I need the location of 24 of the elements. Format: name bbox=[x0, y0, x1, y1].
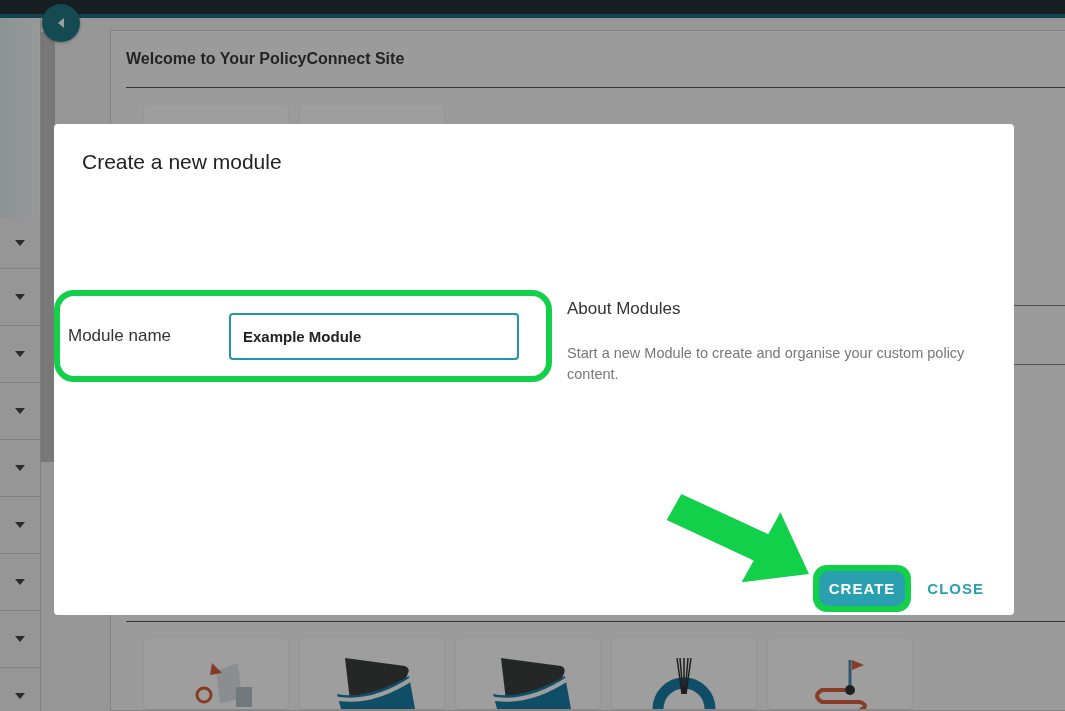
about-heading: About Modules bbox=[567, 299, 682, 319]
caret-down-icon bbox=[15, 636, 25, 642]
create-button[interactable]: CREATE bbox=[818, 571, 906, 606]
caret-down-icon bbox=[15, 294, 25, 300]
caret-icon bbox=[56, 17, 66, 29]
caret-down-icon bbox=[15, 693, 25, 699]
dialog-title: Create a new module bbox=[82, 149, 282, 175]
link-tile[interactable] bbox=[456, 639, 600, 709]
close-button[interactable]: CLOSE bbox=[921, 580, 990, 597]
caret-down-icon bbox=[15, 240, 25, 246]
caret-down-icon bbox=[15, 465, 25, 471]
caret-down-icon bbox=[15, 351, 25, 357]
caret-down-icon bbox=[15, 522, 25, 528]
scrollbar[interactable] bbox=[41, 32, 55, 462]
field-label: Module name bbox=[68, 326, 172, 346]
module-name-field[interactable]: Example Module bbox=[229, 312, 519, 360]
link-tile[interactable] bbox=[768, 639, 912, 709]
link-tile[interactable] bbox=[612, 639, 756, 709]
about-description: Start a new Module to create and organise your custom policy content. bbox=[567, 344, 966, 384]
caret-down-icon bbox=[15, 408, 25, 414]
link-tile[interactable] bbox=[300, 639, 444, 709]
section-title: Welcome to Your PolicyConnect Site bbox=[126, 49, 406, 69]
caret-down-icon bbox=[15, 579, 25, 585]
link-tile[interactable] bbox=[144, 639, 288, 709]
